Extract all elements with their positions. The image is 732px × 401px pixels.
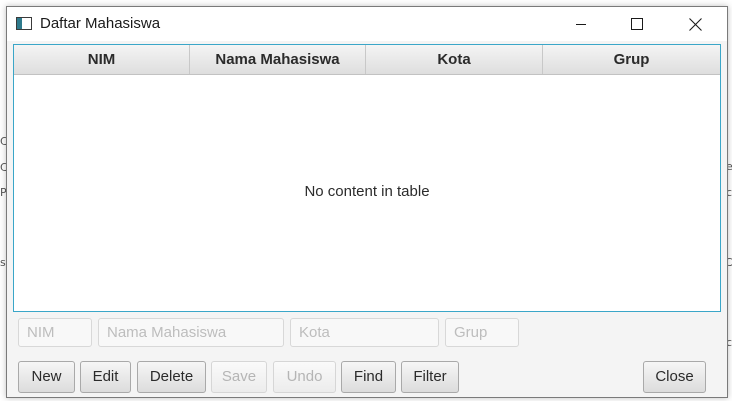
new-button[interactable]: New — [18, 361, 75, 393]
undo-button[interactable]: Undo — [273, 361, 336, 393]
nama-mahasiswa-field[interactable] — [98, 318, 284, 347]
column-header-grup[interactable]: Grup — [543, 45, 720, 74]
column-header-nama-mahasiswa[interactable]: Nama Mahasiswa — [190, 45, 366, 74]
delete-button[interactable]: Delete — [137, 361, 206, 393]
table-header: NIM Nama Mahasiswa Kota Grup — [14, 45, 720, 75]
edit-button[interactable]: Edit — [80, 361, 131, 393]
kota-field[interactable] — [290, 318, 439, 347]
app-window-icon — [16, 17, 32, 30]
window-title: Daftar Mahasiswa — [40, 15, 161, 32]
grup-field[interactable] — [445, 318, 519, 347]
nim-field[interactable] — [18, 318, 92, 347]
save-button[interactable]: Save — [211, 361, 267, 393]
minimize-icon — [576, 24, 586, 25]
maximize-button[interactable] — [614, 7, 660, 41]
title-bar[interactable]: Daftar Mahasiswa — [7, 7, 727, 41]
column-header-kota[interactable]: Kota — [366, 45, 543, 74]
maximize-icon — [631, 18, 643, 30]
column-header-nim[interactable]: NIM — [14, 45, 190, 74]
empty-table-message: No content in table — [304, 183, 430, 200]
mahasiswa-table[interactable]: NIM Nama Mahasiswa Kota Grup No content … — [13, 44, 721, 312]
minimize-button[interactable] — [558, 7, 604, 41]
close-window-button[interactable] — [672, 7, 718, 41]
find-button[interactable]: Find — [341, 361, 396, 393]
background-text-fragment: s — [0, 256, 6, 269]
close-icon — [688, 17, 702, 31]
filter-button[interactable]: Filter — [401, 361, 459, 393]
daftar-mahasiswa-window: Daftar Mahasiswa NIM Nama Mahasiswa Kota… — [6, 6, 728, 398]
close-button[interactable]: Close — [643, 361, 706, 393]
